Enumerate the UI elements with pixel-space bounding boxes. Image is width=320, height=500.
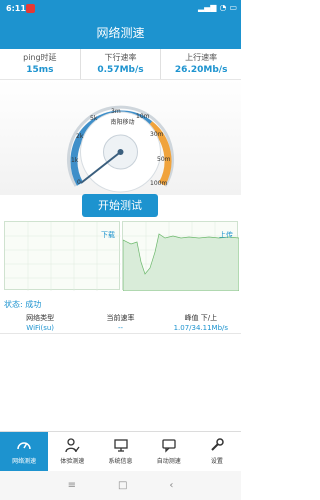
- monitor-icon: [113, 439, 128, 452]
- info-header: 峰值 下/上: [184, 314, 218, 322]
- back-icon[interactable]: ‹: [169, 480, 173, 491]
- gauge-tick-label: 100m: [150, 180, 167, 187]
- gauge-tick-label: 2k: [76, 133, 84, 140]
- speed-gauge-area: 0 1k 2k 5k 3m 10m 30m 50m 100m 南阳移动: [0, 80, 241, 195]
- upload-chart: 上传: [122, 221, 240, 292]
- stat-value: 0.57Mb/s: [97, 65, 144, 75]
- stat-ping: ping时延 15ms: [0, 49, 81, 79]
- nav-item-label: 体验测速: [60, 458, 85, 465]
- gauge-tick-label: 50m: [157, 156, 171, 163]
- status-time: 6:11: [6, 4, 26, 13]
- gauge-tick-label: 5k: [90, 115, 98, 122]
- nav-item-system-info[interactable]: 系统信息: [96, 432, 144, 471]
- upload-chart-title: 上传: [219, 231, 233, 239]
- stat-label: 上行速率: [185, 53, 218, 62]
- nav-item-experience-test[interactable]: 体验测速: [48, 432, 96, 471]
- gauge-tick-label: 3m: [111, 108, 121, 115]
- nav-item-label: 系统信息: [108, 458, 133, 465]
- battery-icon: ▭: [229, 3, 237, 12]
- info-header: 当前速率: [106, 314, 135, 322]
- peak-rate-value: 1.07/34.11Mb/s: [173, 324, 229, 332]
- charts-area: 下载 上传: [0, 221, 241, 292]
- stat-upload: 上行速率 26.20Mb/s: [161, 49, 241, 79]
- download-chart: 下载: [4, 221, 121, 291]
- speed-gauge: 0 1k 2k 5k 3m 10m 30m 50m 100m: [67, 105, 174, 193]
- upload-chart-area: [122, 233, 240, 292]
- status-text: 状态: 成功: [4, 300, 42, 309]
- stat-value: 26.20Mb/s: [174, 65, 228, 75]
- stats-row: ping时延 15ms 下行速率 0.57Mb/s 上行速率 26.20Mb/s: [0, 49, 241, 80]
- stat-label: ping时延: [23, 53, 57, 62]
- info-table: 网络类型 当前速率 峰值 下/上 WiFi(su) -- 1.07/34.11M…: [0, 311, 241, 334]
- info-header: 网络类型: [26, 314, 55, 322]
- system-nav-bar: ≡ □ ‹: [0, 471, 241, 500]
- nav-item-label: 网络测速: [12, 458, 37, 465]
- start-test-button[interactable]: 开始测试: [82, 194, 158, 217]
- gauge-tick-label: 0: [77, 179, 81, 186]
- info-header-row: 网络类型 当前速率 峰值 下/上: [0, 311, 241, 323]
- menu-icon[interactable]: ≡: [68, 480, 76, 491]
- nav-item-settings[interactable]: 设置: [193, 432, 241, 471]
- home-icon[interactable]: □: [118, 480, 127, 491]
- current-rate-value: --: [117, 324, 124, 332]
- status-bar: 6:11 ▂▄▆ ◔ ▭: [0, 0, 241, 18]
- speedometer-icon: [17, 442, 31, 450]
- gauge-tick-label: 30m: [150, 131, 164, 138]
- notification-icon: [26, 4, 35, 13]
- nav-item-speed-test[interactable]: 网络测速: [0, 432, 49, 471]
- chat-icon: [162, 439, 176, 453]
- stat-download: 下行速率 0.57Mb/s: [81, 49, 162, 79]
- gauge-tick-label: 1k: [71, 157, 79, 164]
- bottom-nav: 网络测速 体验测速 系统信息 自动测速 设置: [0, 431, 241, 471]
- divider: [0, 333, 241, 334]
- wrench-icon: [211, 438, 224, 451]
- signal-icon: ▂▄▆: [197, 3, 217, 12]
- status-icons: ▂▄▆ ◔ ▭: [198, 3, 237, 12]
- nav-item-label: 自动测速: [156, 458, 181, 465]
- page-title: 网络测速: [0, 18, 241, 49]
- stat-value: 15ms: [26, 65, 54, 75]
- wifi-icon: ◔: [219, 3, 227, 12]
- gauge-center-label: 南阳移动: [110, 119, 135, 126]
- network-type-value: WiFi(su): [26, 324, 55, 332]
- user-check-icon: [65, 438, 80, 453]
- nav-item-label: 设置: [210, 458, 223, 465]
- stat-label: 下行速率: [104, 53, 137, 62]
- nav-item-auto-test[interactable]: 自动测速: [145, 432, 193, 471]
- info-value-row: WiFi(su) -- 1.07/34.11Mb/s: [0, 323, 241, 332]
- download-chart-title: 下载: [101, 231, 115, 239]
